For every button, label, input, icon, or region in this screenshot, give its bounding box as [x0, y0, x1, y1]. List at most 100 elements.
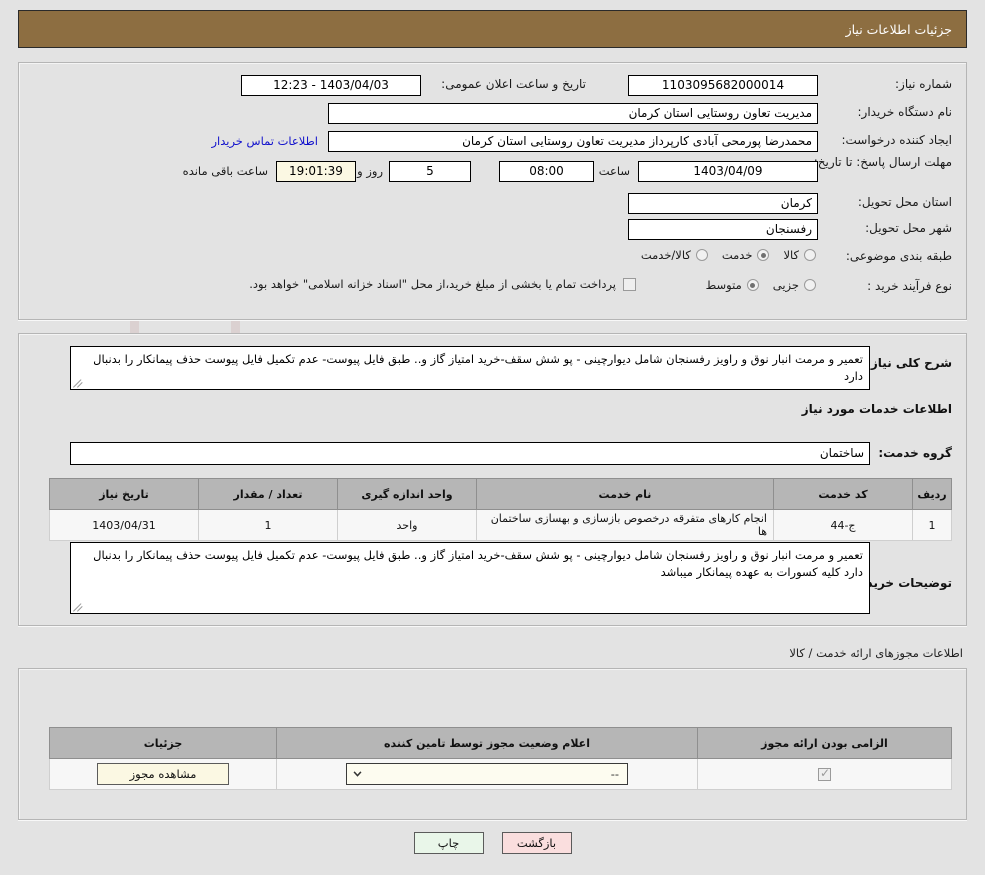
- services-table: ردیف کد خدمت نام خدمت واحد اندازه گیری ت…: [49, 478, 952, 541]
- process-row: نوع فرآیند خرید :: [867, 279, 952, 293]
- process-radio-group: جزیی متوسط: [692, 278, 816, 292]
- process-option-label: جزیی: [772, 278, 799, 292]
- buyer-notes-text: تعمیر و مرمت انبار نوق و راویز رفسنجان ش…: [93, 548, 863, 579]
- back-button[interactable]: بازگشت: [501, 832, 572, 854]
- radio-icon[interactable]: [746, 279, 759, 291]
- buyer-org-value: مدیریت تعاون روستایی استان کرمان: [328, 103, 818, 124]
- category-row: طبقه بندی موضوعی:: [846, 249, 952, 263]
- buyer-contact-link[interactable]: اطلاعات تماس خریدار: [211, 134, 318, 148]
- table-row: 1 ج-44 انجام کارهای متفرقه درخصوص بازساز…: [49, 509, 952, 541]
- deadline-row: مهلت ارسال پاسخ: تا تاریخ:: [813, 155, 952, 170]
- table-row: -- مشاهده مجوز: [49, 758, 952, 790]
- category-option-label: کالا/خدمت: [640, 248, 691, 262]
- treasury-checkbox[interactable]: [623, 277, 636, 291]
- col-radif: ردیف: [912, 478, 952, 510]
- view-permit-button[interactable]: مشاهده مجوز: [97, 763, 229, 785]
- radio-icon[interactable]: [804, 279, 816, 291]
- category-radio-group: کالا خدمت کالا/خدمت: [627, 248, 816, 262]
- cell-date: 1403/04/31: [49, 509, 199, 541]
- page-title: جزئیات اطلاعات نیاز: [845, 21, 952, 37]
- permits-section-title: اطلاعات مجوزهای ارائه خدمت / کالا: [789, 646, 963, 660]
- buyer-org-row: نام دستگاه خریدار:: [858, 105, 953, 119]
- col-permit-status: اعلام وضعیت مجوز توسط تامین کننده: [276, 727, 698, 759]
- province-value: کرمان: [628, 193, 818, 214]
- services-panel: شرح کلی نیاز: تعمیر و مرمت انبار نوق و ر…: [18, 333, 967, 626]
- days-remaining-value: 5: [389, 161, 471, 182]
- service-group-label: گروه خدمت:: [878, 446, 952, 460]
- cell-permit-details: مشاهده مجوز: [49, 758, 277, 790]
- treasury-note-row: پرداخت تمام یا بخشی از مبلغ خرید،از محل …: [249, 277, 636, 291]
- category-option-label: کالا: [783, 248, 799, 262]
- col-qty: تعداد / مقدار: [198, 478, 338, 510]
- cell-code: ج-44: [773, 509, 913, 541]
- category-option-label: خدمت: [721, 248, 753, 262]
- service-group-value[interactable]: ساختمان: [70, 442, 870, 465]
- buyer-org-label: نام دستگاه خریدار:: [857, 105, 953, 119]
- process-radio-jozi[interactable]: جزیی: [773, 278, 816, 292]
- remaining-time-value: 19:01:39: [276, 161, 356, 182]
- announce-date-row: تاریخ و ساعت اعلان عمومی:: [441, 77, 586, 91]
- page-header: جزئیات اطلاعات نیاز: [18, 10, 967, 48]
- services-section-title: اطلاعات خدمات مورد نیاز: [801, 402, 952, 416]
- public-announce-value: 1403/04/03 - 12:23: [241, 75, 421, 96]
- need-number-label: شماره نیاز:: [895, 77, 952, 91]
- province-row: استان محل تحویل:: [858, 195, 952, 209]
- category-radio-kala[interactable]: کالا: [783, 248, 816, 262]
- hour-label: ساعت: [598, 164, 630, 178]
- province-label: استان محل تحویل:: [857, 195, 952, 209]
- days-label: روز و: [357, 164, 383, 178]
- col-date: تاریخ نیاز: [49, 478, 199, 510]
- col-permit-required: الزامی بودن ارائه مجوز: [697, 727, 952, 759]
- col-permit-details: جزئیات: [49, 727, 277, 759]
- cell-radif: 1: [912, 509, 952, 541]
- city-value: رفسنجان: [628, 219, 818, 240]
- buyer-notes-textarea[interactable]: تعمیر و مرمت انبار نوق و راویز رفسنجان ش…: [70, 542, 870, 614]
- hour-value: 08:00: [499, 161, 594, 182]
- permits-table: الزامی بودن ارائه مجوز اعلام وضعیت مجوز …: [49, 727, 952, 790]
- permit-required-checkbox: [818, 766, 831, 781]
- treasury-note-text: پرداخت تمام یا بخشی از مبلغ خرید،از محل …: [249, 277, 616, 291]
- public-announce-label: تاریخ و ساعت اعلان عمومی:: [441, 77, 586, 91]
- permits-panel: الزامی بودن ارائه مجوز اعلام وضعیت مجوز …: [18, 668, 967, 820]
- need-summary-textarea[interactable]: تعمیر و مرمت انبار نوق و راویز رفسنجان ش…: [70, 346, 870, 390]
- process-radio-motevaset[interactable]: متوسط: [706, 278, 759, 292]
- category-label: طبقه بندی موضوعی:: [845, 249, 952, 263]
- radio-icon[interactable]: [695, 249, 708, 261]
- footer-actions: بازگشت چاپ: [0, 832, 985, 854]
- resize-grip-icon[interactable]: [73, 602, 83, 612]
- requester-label: ایجاد کننده درخواست:: [841, 133, 952, 147]
- radio-icon[interactable]: [804, 249, 816, 261]
- cell-permit-status: --: [276, 758, 698, 790]
- city-row: شهر محل تحویل:: [865, 221, 952, 235]
- deadline-date-value: 1403/04/09: [638, 161, 818, 182]
- chevron-down-icon: [353, 771, 362, 777]
- cell-unit: واحد: [337, 509, 477, 541]
- permit-status-value: --: [610, 767, 619, 781]
- col-unit: واحد اندازه گیری: [337, 478, 477, 510]
- need-number-value: 1103095682000014: [628, 75, 818, 96]
- need-number-row: شماره نیاز:: [895, 77, 952, 91]
- requester-row: ایجاد کننده درخواست:: [841, 133, 952, 147]
- category-radio-khedmat[interactable]: خدمت: [722, 248, 770, 262]
- col-name: نام خدمت: [476, 478, 774, 510]
- col-code: کد خدمت: [773, 478, 913, 510]
- cell-permit-required: [697, 758, 952, 790]
- requester-value: محمدرضا پورمحی آبادی کارپرداز مدیریت تعا…: [328, 131, 818, 152]
- category-radio-kala-khedmat[interactable]: کالا/خدمت: [641, 248, 708, 262]
- print-button[interactable]: چاپ: [413, 832, 484, 854]
- permit-status-select[interactable]: --: [346, 763, 628, 785]
- remaining-time-label: ساعت باقی مانده: [182, 164, 268, 178]
- radio-icon[interactable]: [757, 249, 770, 261]
- process-label: نوع فرآیند خرید :: [867, 279, 952, 293]
- need-summary-label: شرح کلی نیاز:: [866, 356, 952, 370]
- need-summary-text: تعمیر و مرمت انبار نوق و راویز رفسنجان ش…: [93, 352, 863, 383]
- permits-table-header-row: الزامی بودن ارائه مجوز اعلام وضعیت مجوز …: [49, 727, 952, 759]
- cell-name: انجام کارهای متفرقه درخصوص بازسازی و بهس…: [476, 509, 774, 541]
- need-info-panel: شماره نیاز: 1103095682000014 تاریخ و ساع…: [18, 62, 967, 320]
- services-table-header-row: ردیف کد خدمت نام خدمت واحد اندازه گیری ت…: [49, 478, 952, 510]
- deadline-label: مهلت ارسال پاسخ: تا تاریخ:: [813, 155, 952, 169]
- resize-grip-icon[interactable]: [73, 378, 83, 388]
- process-option-label: متوسط: [705, 278, 742, 292]
- city-label: شهر محل تحویل:: [865, 221, 952, 235]
- cell-qty: 1: [198, 509, 338, 541]
